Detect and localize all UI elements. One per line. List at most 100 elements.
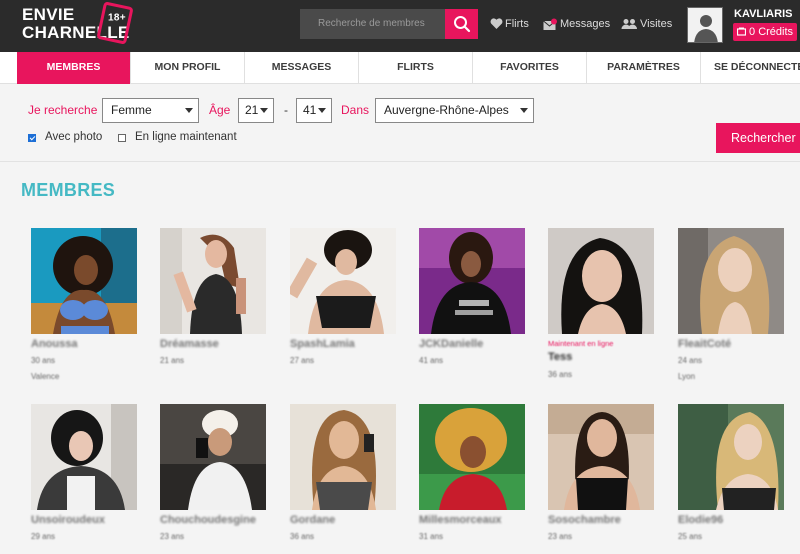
username[interactable]: KAVLIARIS	[734, 8, 792, 20]
search-filters: Je recherche Femme Âge 21 - 41 Dans Auve…	[0, 84, 800, 162]
nav-visites[interactable]: Visites	[621, 15, 672, 33]
member-card[interactable]: Sosochambre 23 ans	[548, 404, 654, 541]
member-photo[interactable]	[419, 228, 525, 334]
chevron-down-icon	[318, 108, 326, 113]
member-card[interactable]: JCKDanielle 41 ans	[419, 228, 525, 365]
heart-icon	[490, 18, 503, 30]
credits-button[interactable]: 0 Crédits	[733, 23, 797, 41]
member-photo[interactable]	[290, 228, 396, 334]
search-button[interactable]	[445, 9, 478, 39]
member-age: 23 ans	[548, 532, 573, 541]
age-min-value: 21	[245, 103, 259, 117]
member-photo[interactable]	[290, 404, 396, 510]
member-card[interactable]: Maintenant en ligne Tess 36 ans	[548, 228, 654, 379]
age-min-select[interactable]: 21	[238, 98, 274, 123]
nav-messages[interactable]: Messages	[543, 15, 610, 33]
member-city: Valence	[31, 372, 60, 381]
member-card[interactable]: Millesmorceaux 31 ans	[419, 404, 525, 541]
age-max-select[interactable]: 41	[296, 98, 332, 123]
member-card[interactable]: Unsoiroudeux 29 ans	[31, 404, 137, 541]
age-separator: -	[284, 103, 288, 117]
with-photo-checkbox[interactable]	[28, 134, 36, 142]
credits-label: 0 Crédits	[749, 26, 794, 38]
envelope-icon	[543, 18, 557, 30]
member-age: 41 ans	[419, 356, 444, 365]
member-photo[interactable]	[548, 404, 654, 510]
member-name[interactable]: Sosochambre	[548, 514, 621, 526]
member-card[interactable]: Elodie96 25 ans	[678, 404, 784, 541]
avatar-silhouette-icon	[694, 15, 718, 42]
online-status: Maintenant en ligne	[548, 339, 614, 348]
chevron-down-icon	[520, 108, 528, 113]
region-select[interactable]: Auvergne-Rhône-Alpes	[375, 98, 534, 123]
user-avatar[interactable]	[687, 7, 723, 43]
nav-flirts-label: Flirts	[505, 18, 529, 30]
member-name[interactable]: FleaitCoté	[678, 338, 731, 350]
member-city: Lyon	[678, 372, 696, 381]
member-photo[interactable]	[160, 228, 266, 334]
member-name[interactable]: Gordane	[290, 514, 335, 526]
member-card[interactable]: FleaitCoté 24 ans Lyon	[678, 228, 784, 381]
member-age: 30 ans	[31, 356, 56, 365]
member-name[interactable]: Anoussa	[31, 338, 77, 350]
member-card[interactable]: Dréamasse 21 ans	[160, 228, 266, 365]
member-photo[interactable]	[419, 404, 525, 510]
section-title: MEMBRES	[21, 180, 116, 200]
member-name[interactable]: Elodie96	[678, 514, 723, 526]
age-label: Âge	[209, 103, 231, 117]
member-age: 31 ans	[419, 532, 444, 541]
member-age: 27 ans	[290, 356, 315, 365]
chevron-down-icon	[260, 108, 268, 113]
member-card[interactable]: Anoussa 30 ans Valence	[31, 228, 137, 381]
member-photo[interactable]	[678, 228, 784, 334]
nav-messages-label: Messages	[560, 18, 611, 30]
seeking-select[interactable]: Femme	[102, 98, 199, 123]
tab-flirts[interactable]: FLIRTS	[359, 52, 473, 84]
chevron-down-icon	[185, 108, 193, 113]
member-photo[interactable]	[160, 404, 266, 510]
member-photo[interactable]	[548, 228, 654, 334]
seeking-label: Je recherche	[28, 103, 98, 117]
online-now-label: En ligne maintenant	[135, 131, 237, 143]
nav-flirts[interactable]: Flirts	[490, 15, 529, 33]
tab-membres[interactable]: MEMBRES	[17, 52, 131, 84]
site-logo[interactable]: ENVIE CHARNELLE 18+	[22, 1, 134, 45]
member-name[interactable]: Tess	[548, 351, 572, 363]
tab-favorites[interactable]: FAVORITES	[473, 52, 587, 84]
member-age: 25 ans	[678, 532, 703, 541]
member-photo[interactable]	[31, 404, 137, 510]
member-name[interactable]: Dréamasse	[160, 338, 219, 350]
tab-mon-profil[interactable]: MON PROFIL	[131, 52, 245, 84]
member-age: 24 ans	[678, 356, 703, 365]
member-age: 23 ans	[160, 532, 185, 541]
seeking-select-value: Femme	[111, 103, 152, 117]
member-name[interactable]: Chouchoudesgine	[160, 514, 256, 526]
member-photo[interactable]	[678, 404, 784, 510]
rechercher-button[interactable]: Rechercher	[716, 123, 800, 153]
age-badge-text: 18+	[108, 12, 126, 24]
member-name[interactable]: Unsoiroudeux	[31, 514, 105, 526]
search-icon	[454, 16, 471, 33]
member-card[interactable]: Chouchoudesgine 23 ans	[160, 404, 266, 541]
member-age: 36 ans	[290, 532, 315, 541]
member-name[interactable]: JCKDanielle	[419, 338, 483, 350]
credits-icon	[736, 27, 747, 36]
member-search-input[interactable]: Recherche de membres	[300, 9, 445, 39]
main-tabs: MEMBRES MON PROFIL MESSAGES FLIRTS FAVOR…	[0, 52, 800, 84]
tab-parametres[interactable]: PARAMÈTRES	[587, 52, 701, 84]
online-now-checkbox[interactable]	[118, 134, 126, 142]
member-photo[interactable]	[31, 228, 137, 334]
member-name[interactable]: SpashLamia	[290, 338, 355, 350]
member-age: 29 ans	[31, 532, 56, 541]
tab-se-deconnecter[interactable]: SE DÉCONNECTER	[701, 52, 800, 84]
member-age: 36 ans	[548, 370, 573, 379]
top-bar: ENVIE CHARNELLE 18+ Recherche de membres…	[0, 0, 800, 52]
with-photo-label: Avec photo	[45, 131, 103, 143]
tab-messages[interactable]: MESSAGES	[245, 52, 359, 84]
age-max-value: 41	[303, 103, 317, 117]
region-label: Dans	[341, 103, 370, 117]
nav-visites-label: Visites	[640, 18, 673, 30]
member-card[interactable]: SpashLamia 27 ans	[290, 228, 396, 365]
member-name[interactable]: Millesmorceaux	[419, 514, 502, 526]
member-card[interactable]: Gordane 36 ans	[290, 404, 396, 541]
